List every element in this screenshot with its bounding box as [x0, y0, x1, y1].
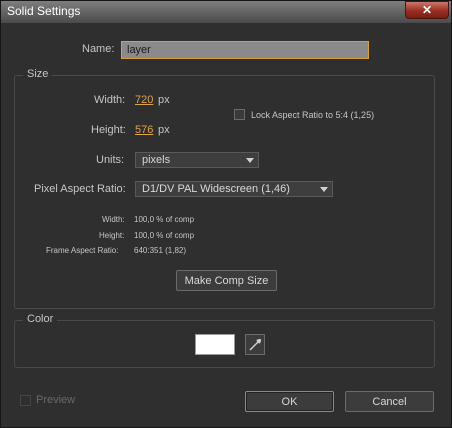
- info-width-value: 100,0 % of comp: [134, 215, 195, 224]
- units-label: Units:: [96, 154, 125, 166]
- height-value[interactable]: 576: [135, 124, 153, 136]
- par-value: D1/DV PAL Widescreen (1,46): [142, 183, 290, 195]
- par-label: Pixel Aspect Ratio:: [34, 183, 126, 195]
- height-label: Height:: [91, 124, 126, 136]
- dialog-body: Name: layer Size Width: 720 px Height: 5…: [1, 23, 451, 427]
- chevron-down-icon: [320, 187, 328, 192]
- close-button[interactable]: ✕: [405, 1, 449, 19]
- info-frame-aspect-label: Frame Aspect Ratio:: [46, 246, 119, 255]
- height-unit: px: [158, 124, 170, 136]
- info-height-value: 100,0 % of comp: [134, 231, 195, 240]
- title-bar: Solid Settings ✕: [1, 1, 451, 23]
- cancel-button[interactable]: Cancel: [345, 391, 434, 412]
- lock-aspect-checkbox[interactable]: [234, 109, 245, 120]
- info-height-label: Height:: [99, 231, 125, 240]
- eyedropper-icon: [249, 338, 262, 351]
- make-comp-size-button[interactable]: Make Comp Size: [176, 270, 277, 291]
- lock-aspect-label: Lock Aspect Ratio to 5:4 (1,25): [251, 110, 375, 120]
- info-frame-aspect-value: 640:351 (1,82): [134, 246, 187, 255]
- name-label: Name:: [82, 43, 115, 55]
- preview-label: Preview: [36, 394, 76, 406]
- width-unit: px: [158, 94, 170, 106]
- ok-button[interactable]: OK: [245, 391, 334, 412]
- size-legend: Size: [23, 68, 53, 80]
- color-swatch[interactable]: [195, 334, 235, 355]
- window-title: Solid Settings: [7, 4, 81, 18]
- color-legend: Color: [23, 313, 58, 325]
- units-value: pixels: [142, 154, 171, 166]
- name-input[interactable]: layer: [121, 41, 369, 59]
- chevron-down-icon: [246, 158, 254, 163]
- preview-checkbox[interactable]: [20, 395, 31, 406]
- units-dropdown[interactable]: pixels: [135, 152, 259, 168]
- width-value[interactable]: 720: [135, 94, 153, 106]
- solid-settings-dialog: Solid Settings ✕ Name: layer Size Width:…: [0, 0, 452, 428]
- eyedropper-button[interactable]: [245, 334, 265, 355]
- width-label: Width:: [94, 94, 126, 106]
- info-width-label: Width:: [102, 215, 125, 224]
- par-dropdown[interactable]: D1/DV PAL Widescreen (1,46): [135, 181, 333, 197]
- close-icon: ✕: [421, 3, 433, 17]
